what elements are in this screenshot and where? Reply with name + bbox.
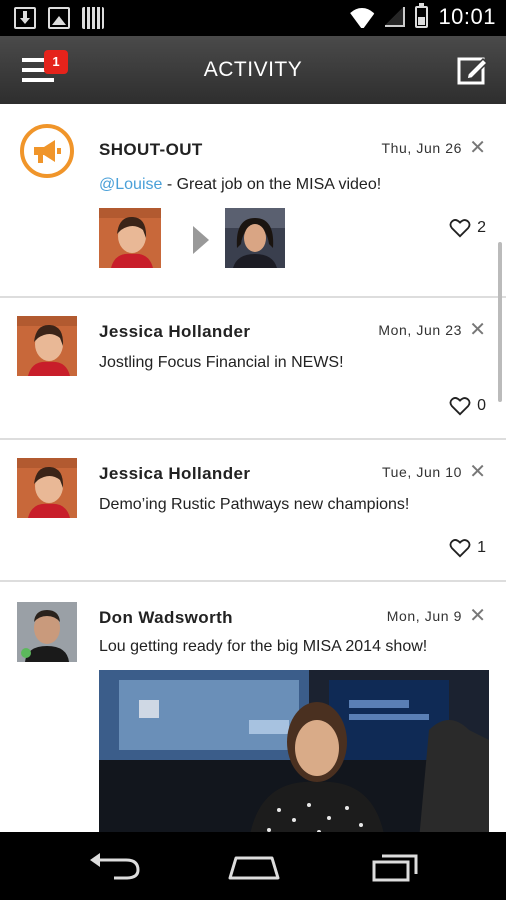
barcode-notification-icon — [82, 7, 104, 29]
sender-avatar[interactable] — [99, 208, 161, 268]
mention-link[interactable]: @Louise — [99, 176, 162, 193]
compose-button[interactable] — [456, 54, 489, 86]
back-icon — [90, 853, 140, 880]
feed-item-shoutout[interactable]: SHOUT-OUT Thu, Jun 26 ✕ @Louise - Great … — [0, 104, 506, 298]
page-title: ACTIVITY — [203, 58, 303, 81]
status-clock: 10:01 — [438, 4, 496, 29]
like-button[interactable]: 0 — [449, 396, 486, 416]
wifi-icon — [349, 6, 375, 28]
signal-icon — [385, 7, 406, 27]
image-notification-icon — [48, 7, 70, 29]
like-count: 1 — [477, 539, 486, 556]
scrollbar[interactable] — [498, 242, 502, 402]
avatar[interactable] — [17, 458, 77, 518]
author-name[interactable]: Jessica Hollander — [99, 464, 250, 484]
home-button[interactable] — [226, 850, 282, 887]
home-icon — [228, 856, 280, 880]
like-count: 2 — [477, 219, 486, 236]
item-date: Tue, Jun 10 — [381, 464, 462, 480]
navigation-bar — [0, 832, 506, 900]
item-date: Mon, Jun 9 — [386, 608, 462, 624]
item-date: Thu, Jun 26 — [381, 140, 462, 156]
back-button[interactable] — [86, 850, 142, 887]
feed-item[interactable]: Jessica Hollander Mon, Jun 23 ✕ Jostling… — [0, 298, 506, 440]
feed-item[interactable]: Jessica Hollander Tue, Jun 10 ✕ Demo’ing… — [0, 440, 506, 582]
app-bar: 1 ACTIVITY — [0, 36, 506, 104]
dismiss-button[interactable]: ✕ — [469, 320, 486, 340]
recent-apps-icon — [372, 854, 418, 882]
recent-apps-button[interactable] — [370, 850, 422, 889]
feed-item[interactable]: Don Wadsworth Mon, Jun 9 ✕ Lou getting r… — [0, 582, 506, 832]
post-photo[interactable] — [99, 670, 489, 832]
heart-icon — [449, 219, 471, 238]
item-message: Lou getting ready for the big MISA 2014 … — [99, 638, 428, 655]
dismiss-button[interactable]: ✕ — [469, 462, 486, 482]
heart-icon — [449, 397, 471, 416]
download-notification-icon — [14, 7, 36, 29]
recipient-avatar[interactable] — [225, 208, 285, 268]
avatar[interactable] — [17, 316, 77, 376]
activity-feed[interactable]: SHOUT-OUT Thu, Jun 26 ✕ @Louise - Great … — [0, 104, 506, 832]
megaphone-icon — [20, 124, 74, 178]
status-bar: 10:01 — [0, 0, 506, 36]
author-name[interactable]: Jessica Hollander — [99, 322, 250, 342]
item-message-text: - Great job on the MISA video! — [162, 176, 382, 193]
item-message: @Louise - Great job on the MISA video! — [99, 176, 381, 194]
item-date: Mon, Jun 23 — [378, 322, 462, 338]
item-title: SHOUT-OUT — [99, 140, 203, 159]
like-button[interactable]: 2 — [449, 218, 486, 238]
arrow-right-icon — [193, 226, 209, 254]
battery-icon — [415, 3, 429, 28]
dismiss-button[interactable]: ✕ — [469, 606, 486, 626]
author-name[interactable]: Don Wadsworth — [99, 608, 233, 628]
heart-icon — [449, 539, 471, 558]
dismiss-button[interactable]: ✕ — [469, 138, 486, 158]
like-button[interactable]: 1 — [449, 538, 486, 558]
compose-icon — [457, 57, 489, 85]
item-message: Jostling Focus Financial in NEWS! — [99, 354, 344, 371]
like-count: 0 — [477, 397, 486, 414]
avatar[interactable] — [17, 602, 77, 662]
item-message: Demo’ing Rustic Pathways new champions! — [99, 496, 410, 513]
